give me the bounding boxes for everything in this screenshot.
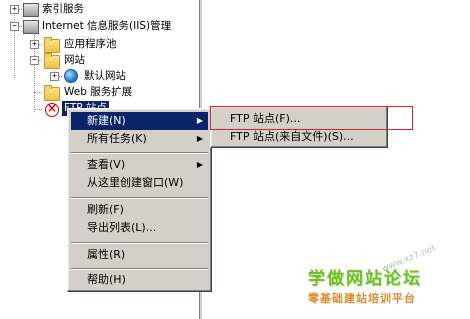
menu-item-help[interactable]: 帮助(H) <box>71 271 208 289</box>
tree-connector <box>34 92 42 93</box>
menu-item-label: 刷新(F) <box>87 203 124 216</box>
highlight-annotation <box>210 106 413 130</box>
menu-item-label: 新建(N) <box>87 114 126 127</box>
menu-item-new-window-here[interactable]: 从这里创建窗口(W) <box>71 174 208 192</box>
screenshot-canvas: + 索引服务 − Internet 信息服务(IIS)管理 + 应用程序池 − … <box>0 0 470 319</box>
submenu-item-ftp-site-from-file[interactable]: FTP 站点(来自文件)(S)... <box>214 128 384 146</box>
folder-icon <box>44 53 60 69</box>
expand-app-pools-button[interactable]: + <box>30 40 39 49</box>
collapse-websites-button[interactable]: − <box>30 56 39 65</box>
menu-item-view[interactable]: 查看(V) ▶ <box>71 156 208 174</box>
expand-default-website-button[interactable]: + <box>50 72 59 81</box>
iis-manager-icon <box>23 20 39 34</box>
tree-item-web-service-ext[interactable]: Web 服务扩展 <box>62 85 134 100</box>
menu-item-label: FTP 站点(来自文件)(S)... <box>230 130 354 143</box>
collapse-iis-button[interactable]: − <box>10 22 19 31</box>
menu-item-properties[interactable]: 属性(R) <box>71 246 208 264</box>
menu-separator <box>71 197 208 199</box>
tree-item-label: Web 服务扩展 <box>64 86 133 98</box>
tree-connector <box>14 8 15 78</box>
tree-item-websites[interactable]: 网站 <box>62 53 87 68</box>
folder-icon <box>44 85 60 101</box>
tree-connector <box>34 109 42 110</box>
watermark-title: 学做网站论坛 <box>308 269 422 289</box>
menu-item-label: 查看(V) <box>87 158 126 171</box>
menu-item-label: 帮助(H) <box>87 273 126 286</box>
menu-item-export-list[interactable]: 导出列表(L)... <box>71 219 208 237</box>
context-menu: 新建(N) ▶ 所有任务(K) ▶ 查看(V) ▶ 从这里创建窗口(W) 刷新(… <box>67 108 212 292</box>
menu-separator <box>71 242 208 244</box>
menu-item-label: 所有任务(K) <box>87 132 147 145</box>
menu-item-new[interactable]: 新建(N) ▶ <box>71 112 208 130</box>
expand-indexing-button[interactable]: + <box>10 5 19 14</box>
submenu-arrow-icon: ▶ <box>196 116 203 125</box>
menu-item-refresh[interactable]: 刷新(F) <box>71 201 208 219</box>
menu-separator <box>71 152 208 154</box>
menu-item-all-tasks[interactable]: 所有任务(K) ▶ <box>71 130 208 148</box>
tree-item-label: 默认网站 <box>84 70 126 82</box>
menu-item-label: 从这里创建窗口(W) <box>87 176 184 189</box>
menu-item-label: 导出列表(L)... <box>87 221 157 234</box>
tree-item-default-website[interactable]: 默认网站 <box>82 69 128 84</box>
tree-item-label: 索引服务 <box>42 3 84 15</box>
tree-item-indexing-service[interactable]: 索引服务 <box>40 2 86 17</box>
tree-item-label: 网站 <box>64 54 85 66</box>
tree-item-app-pools[interactable]: 应用程序池 <box>62 37 119 52</box>
watermark-subtitle: 零基础建站培训平台 <box>308 292 416 305</box>
indexing-service-icon <box>23 3 39 17</box>
folder-icon <box>44 37 60 53</box>
submenu-arrow-icon: ▶ <box>196 160 203 169</box>
tree-item-label: Internet 信息服务(IIS)管理 <box>42 20 172 32</box>
globe-icon <box>64 69 78 83</box>
tree-item-iis-manager[interactable]: Internet 信息服务(IIS)管理 <box>40 19 173 34</box>
stopped-status-icon <box>45 101 59 117</box>
menu-separator <box>71 268 208 270</box>
submenu-arrow-icon: ▶ <box>196 134 203 143</box>
menu-item-label: 属性(R) <box>87 248 126 261</box>
tree-item-label: 应用程序池 <box>64 38 117 50</box>
